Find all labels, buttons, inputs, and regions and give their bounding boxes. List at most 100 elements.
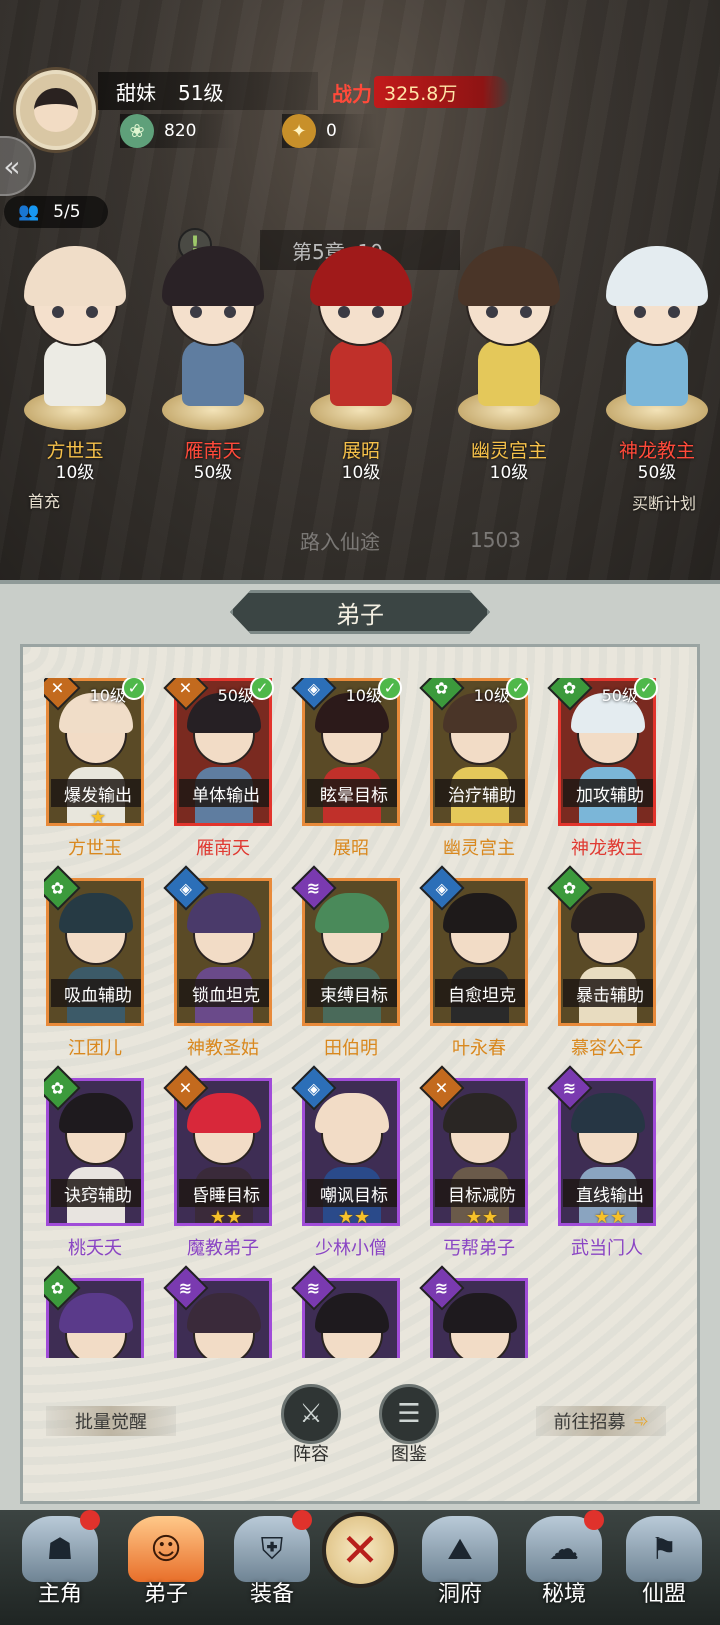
- nav-item[interactable]: ☁ 秘境: [514, 1510, 614, 1625]
- star-icon: ★★: [465, 1207, 499, 1226]
- disciple-card[interactable]: ≋: [291, 1265, 400, 1358]
- nav-item[interactable]: ⚑ 仙盟: [614, 1510, 714, 1625]
- lineup-hero[interactable]: 幽灵宫主 10级: [444, 240, 574, 500]
- disciple-card[interactable]: 诀窍辅助 ✿ 桃夭夭: [44, 1065, 144, 1259]
- disciple-role: 暴击辅助: [563, 979, 653, 1007]
- side-expand-button[interactable]: «: [0, 136, 36, 196]
- cave-icon: ⛰: [422, 1516, 498, 1582]
- disciple-card[interactable]: 昏睡目标 ★★ ✕ 魔教弟子: [163, 1065, 272, 1259]
- card-hair: [315, 1293, 389, 1333]
- batch-awaken-button[interactable]: 批量觉醒: [46, 1406, 176, 1436]
- player-name: 甜妹: [116, 80, 156, 105]
- nav-label: 主角: [37, 1582, 82, 1607]
- disciple-level: 50级: [601, 686, 638, 705]
- currency-jade-value: 820: [164, 121, 197, 141]
- nav-label: 装备: [249, 1582, 294, 1607]
- disciple-grid[interactable]: 爆发输出 ★ ✕ 10级 ✓ 方世玉 单体输出 ✕ 50级 ✓ 雁南天 眩晕目标 ◈ 10级 ✓ 展昭 治疗辅助…: [44, 678, 684, 1358]
- disciple-card[interactable]: 爆发输出 ★ ✕ 10级 ✓ 方世玉: [44, 678, 146, 859]
- buy-plan-label[interactable]: 买断计划: [632, 490, 696, 514]
- disciple-name: 丐帮弟子: [443, 1238, 515, 1259]
- hero-body: [478, 340, 540, 406]
- disciple-name: 桃夭夭: [68, 1238, 122, 1259]
- player-info: 甜妹 51级: [98, 72, 318, 110]
- lineup-hero[interactable]: 方世玉 10级: [10, 240, 140, 500]
- lineup-hero[interactable]: 雁南天 50级: [148, 240, 278, 500]
- disciple-card[interactable]: 眩晕目标 ◈ 10级 ✓ 展昭: [291, 678, 402, 859]
- disciple-role: 治疗辅助: [435, 779, 525, 807]
- codex-button[interactable]: ☰ 图鉴: [374, 1384, 444, 1474]
- lineup-hero[interactable]: 神龙教主 50级: [592, 240, 720, 500]
- disciple-card[interactable]: 治疗辅助 ✿ 10级 ✓ 幽灵宫主: [419, 678, 530, 859]
- jade-icon: ❀: [120, 114, 154, 148]
- disciple-level: 10级: [345, 686, 382, 705]
- hero-eyes: [190, 306, 236, 318]
- hero-hair: [310, 246, 412, 306]
- disciple-card[interactable]: 目标减防 ★★ ✕ 丐帮弟子: [419, 1065, 528, 1259]
- lineup-button[interactable]: ⚔ 阵容: [276, 1384, 346, 1474]
- disciple-name: 江团儿: [68, 1038, 122, 1059]
- player-avatar[interactable]: [16, 70, 96, 150]
- nav-item[interactable]: ⛰ 洞府: [410, 1510, 510, 1625]
- disciple-card[interactable]: 吸血辅助 ✿ 江团儿: [44, 865, 144, 1059]
- nav-label: 洞府: [437, 1582, 482, 1607]
- lineup-hero[interactable]: 展昭 10级: [296, 240, 426, 500]
- disciple-name: 叶永春: [452, 1038, 506, 1059]
- card-hair: [187, 893, 261, 933]
- hero-eyes: [338, 306, 384, 318]
- disciple-role: 昏睡目标: [179, 1179, 269, 1207]
- disciple-card[interactable]: 加攻辅助 ✿ 50级 ✓ 神龙教主: [547, 678, 658, 859]
- disciple-role: 加攻辅助: [563, 779, 653, 807]
- disciple-card[interactable]: 直线输出 ★★ ≋ 武当门人: [547, 1065, 656, 1259]
- lineup-hero-level: 50级: [637, 463, 677, 483]
- panel-title: 弟子: [230, 590, 490, 634]
- disciple-name: 雁南天: [196, 838, 250, 859]
- disciple-name: 神教圣姑: [187, 1038, 259, 1059]
- nav-item[interactable]: ☗ 主角: [10, 1510, 110, 1625]
- disciple-card[interactable]: 单体输出 ✕ 50级 ✓ 雁南天: [163, 678, 274, 859]
- nav-item[interactable]: ⛨ 装备: [222, 1510, 322, 1625]
- codex-icon: ☰: [379, 1384, 439, 1444]
- batch-awaken-label: 批量觉醒: [75, 1412, 147, 1433]
- disciple-card[interactable]: 暴击辅助 ✿ 慕容公子: [547, 865, 656, 1059]
- card-hair: [443, 1093, 517, 1133]
- disciple-role: 诀窍辅助: [51, 1179, 141, 1207]
- notification-dot: [80, 1510, 100, 1530]
- disciple-card[interactable]: 锁血坦克 ◈ 神教圣姑: [163, 865, 272, 1059]
- card-hair: [59, 1293, 133, 1333]
- disciple-card[interactable]: ≋: [163, 1265, 272, 1358]
- disciple-role: 目标减防: [435, 1179, 525, 1207]
- disciple-card[interactable]: 嘲讽目标 ★★ ◈ 少林小僧: [291, 1065, 400, 1259]
- close-icon: ✕: [340, 1523, 380, 1577]
- disciple-level: 10级: [89, 686, 126, 705]
- close-button[interactable]: ✕: [322, 1512, 398, 1588]
- power-label: 战力: [332, 81, 372, 106]
- disciple-role: 自愈坦克: [435, 979, 525, 1007]
- disciple-role: 嘲讽目标: [307, 1179, 397, 1207]
- hero-body: [44, 340, 106, 406]
- recruit-button[interactable]: 前往招募 ➾: [536, 1406, 666, 1436]
- nav-item[interactable]: ☺ 弟子: [116, 1510, 216, 1625]
- disciple-card[interactable]: 自愈坦克 ◈ 叶永春: [419, 865, 528, 1059]
- first-charge-label[interactable]: 首充: [28, 488, 60, 512]
- hero-body: [330, 340, 392, 406]
- currency-gold[interactable]: ✦ 0: [282, 114, 377, 148]
- hangup-count: 1503: [470, 528, 521, 552]
- nav-label: 秘境: [541, 1582, 586, 1607]
- notification-dot: [584, 1510, 604, 1530]
- disciple-card[interactable]: 束缚目标 ≋ 田伯明: [291, 865, 400, 1059]
- star-icon: ★: [89, 807, 107, 826]
- card-hair: [59, 893, 133, 933]
- disciple-role: 爆发输出: [51, 779, 141, 807]
- card-hair: [443, 1293, 517, 1333]
- disciple-role: 吸血辅助: [51, 979, 141, 1007]
- currency-jade[interactable]: ❀ 820: [120, 114, 237, 148]
- disciple-name: 魔教弟子: [187, 1238, 259, 1259]
- hero-hair: [162, 246, 264, 306]
- card-hair: [315, 893, 389, 933]
- disciple-name: 少林小僧: [315, 1238, 387, 1259]
- lineup-icon: ⚔: [281, 1384, 341, 1444]
- notification-dot: [292, 1510, 312, 1530]
- disciple-card[interactable]: ✿: [44, 1265, 144, 1358]
- disciple-card[interactable]: ≋: [419, 1265, 528, 1358]
- people-icon: 👥: [18, 202, 40, 222]
